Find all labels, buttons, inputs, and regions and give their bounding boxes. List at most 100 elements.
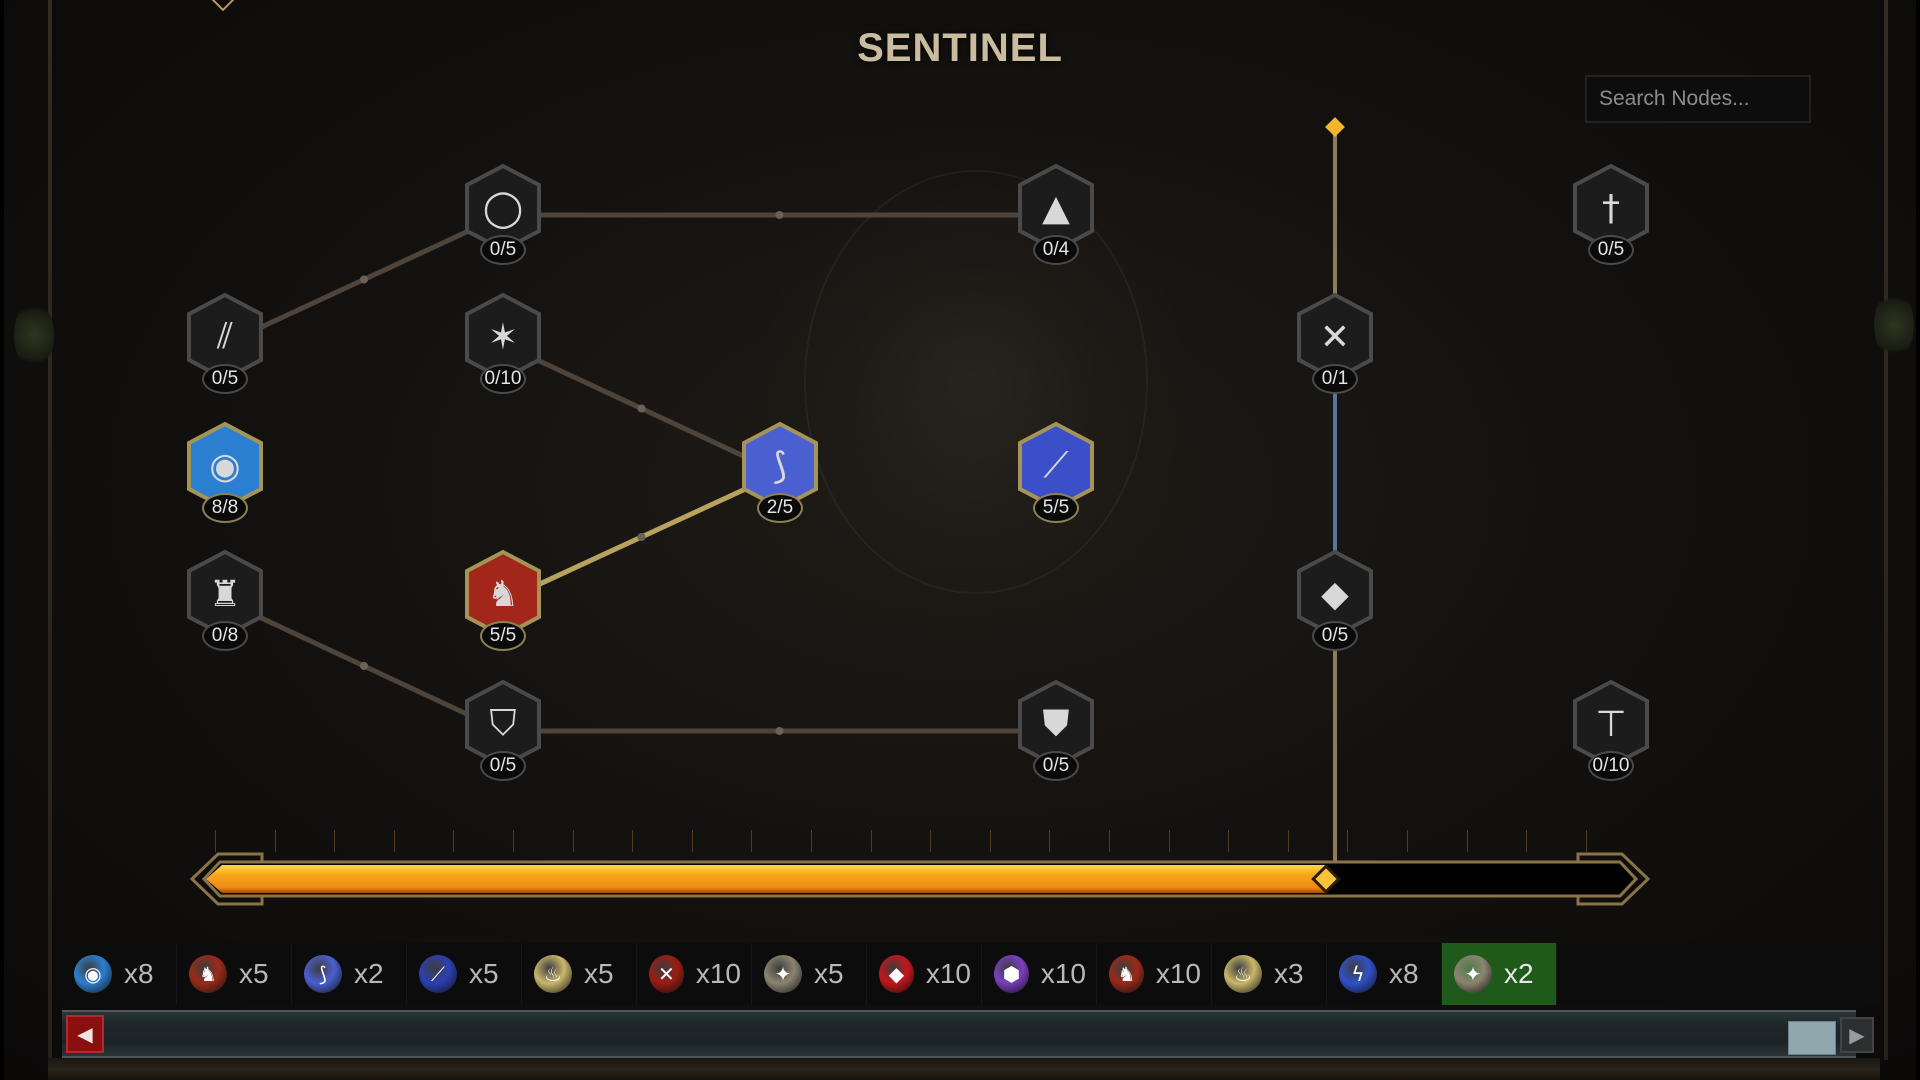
skill-node-sword-in-ground[interactable]: † 0/5 [1569, 163, 1653, 265]
skill-node-black-ring[interactable]: ◯ 0/5 [461, 163, 545, 265]
skill-node-shattered-blades[interactable]: ⫽ 0/5 [183, 292, 267, 394]
node-points: 0/5 [1312, 621, 1358, 651]
bottom-trim [48, 1058, 1880, 1080]
inventory-item[interactable]: ϟ x8 [1327, 943, 1442, 1005]
inventory-item[interactable]: ✦ x5 [752, 943, 867, 1005]
node-points: 0/5 [1033, 751, 1079, 781]
inventory-item[interactable]: ♨ x5 [522, 943, 637, 1005]
inventory-item[interactable]: ♞ x5 [177, 943, 292, 1005]
skill-node-gauntlet[interactable]: ◆ 0/5 [1293, 549, 1377, 651]
shattered-blades-icon: ⫽ [216, 316, 234, 357]
arcane-blade-icon: ⟆ [304, 955, 342, 993]
flame-warrior-icon: ♞ [189, 955, 227, 993]
skill-node-fiery-sword-slash[interactable]: ⟋ 5/5 [1014, 421, 1098, 523]
inventory-item[interactable]: ✦ x2 [1442, 943, 1557, 1005]
node-points: 0/5 [480, 751, 526, 781]
holy-warrior-icon: ✦ [1454, 955, 1492, 993]
mastery-top-diamond [1325, 117, 1345, 137]
connector-layer [223, 117, 1345, 870]
hammer-icon: ⊤ [1595, 703, 1627, 745]
chestplate-icon: ♜ [208, 573, 242, 615]
item-quantity: x10 [695, 958, 741, 989]
skill-node-kite-shield[interactable]: ⛉ 0/5 [461, 679, 545, 781]
node-points: 0/8 [202, 621, 248, 651]
skill-node-split-shield[interactable]: ⛊ 0/5 [1014, 679, 1098, 781]
item-quantity: x10 [925, 958, 971, 989]
node-points: 0/5 [1588, 235, 1634, 265]
skill-node-hammer[interactable]: ⊤ 0/10 [1569, 679, 1653, 781]
inventory-item[interactable]: ◉ x8 [62, 943, 177, 1005]
node-points: 2/5 [757, 493, 803, 523]
node-points: 5/5 [1033, 493, 1079, 523]
item-quantity: x10 [1040, 958, 1086, 989]
item-quantity: x2 [354, 958, 384, 989]
arrow-left-icon: ◀ [77, 1022, 93, 1046]
inventory-item[interactable]: ◆ x10 [867, 943, 982, 1005]
progress-fill [206, 865, 1326, 893]
golden-brazier-icon: ♨ [1224, 955, 1262, 993]
item-quantity: x5 [814, 958, 844, 989]
skill-node-hooded-cloak[interactable]: ▲ 0/4 [1014, 163, 1098, 265]
node-points: 0/4 [1033, 235, 1079, 265]
item-quantity: x8 [1389, 958, 1419, 989]
item-quantity: x3 [1274, 958, 1304, 989]
connector-joint [637, 404, 646, 413]
blue-shield-orb-icon: ◉ [209, 445, 241, 487]
light-slash-icon: ✶ [487, 316, 519, 358]
inventory-item[interactable]: ♨ x3 [1212, 943, 1327, 1005]
inventory-item[interactable]: ⬢ x10 [982, 943, 1097, 1005]
gauntlet-icon: ◆ [1321, 573, 1349, 615]
level-progress-bar [190, 852, 1650, 906]
sword-in-ground-icon: † [1602, 187, 1620, 229]
crossed-red-blades-icon: ✕ [649, 955, 684, 993]
fiery-sword-slash-icon: ⟋ [1043, 445, 1069, 486]
skill-node-chestplate[interactable]: ♜ 0/8 [183, 549, 267, 651]
inventory-item[interactable]: ✕ x10 [637, 943, 752, 1005]
crossed-swords-icon: ✕ [1319, 316, 1351, 358]
connector-joint [775, 211, 784, 219]
golden-brazier-icon: ♨ [534, 955, 572, 993]
item-quantity: x8 [124, 958, 154, 989]
node-points: 5/5 [480, 621, 526, 651]
blue-lightning-icon: ϟ [1339, 955, 1377, 993]
skill-node-flame-warrior[interactable]: ♞ 5/5 [461, 549, 545, 651]
holy-warrior-icon: ✦ [764, 955, 802, 993]
kite-shield-icon: ⛉ [489, 703, 517, 744]
item-quantity: x10 [1155, 958, 1201, 989]
scrollbar-thumb[interactable] [1788, 1021, 1836, 1055]
node-points: 0/5 [202, 364, 248, 394]
inventory-item[interactable]: ⟆ x2 [292, 943, 407, 1005]
arcane-blade-icon: ⟆ [772, 445, 788, 487]
node-points: 0/10 [1588, 751, 1634, 781]
black-ring-icon: ◯ [482, 187, 524, 229]
item-quantity: x5 [239, 958, 269, 989]
inventory-item[interactable]: ⟋ x5 [407, 943, 522, 1005]
flame-warrior-icon: ♞ [1109, 955, 1144, 993]
skill-node-light-slash[interactable]: ✶ 0/10 [461, 292, 545, 394]
scroll-left-button[interactable]: ◀ [66, 1015, 104, 1053]
arrow-right-icon: ▶ [1849, 1023, 1865, 1047]
inventory-item[interactable]: ♞ x10 [1097, 943, 1212, 1005]
split-shield-icon: ⛊ [1042, 703, 1070, 744]
fiery-sword-slash-icon: ⟋ [419, 955, 457, 993]
item-quantity: x5 [469, 958, 499, 989]
node-points: 0/5 [480, 235, 526, 265]
skill-node-blue-shield-orb[interactable]: ◉ 8/8 [183, 421, 267, 523]
skill-node-arcane-blade[interactable]: ⟆ 2/5 [738, 421, 822, 523]
node-points: 8/8 [202, 493, 248, 523]
scroll-right-button[interactable]: ▶ [1840, 1017, 1874, 1053]
connector-joint [637, 533, 646, 541]
connector-joint [360, 275, 368, 284]
blue-shield-orb-icon: ◉ [74, 955, 112, 993]
hooded-cloak-icon: ▲ [1042, 187, 1070, 229]
node-points: 0/1 [1312, 364, 1358, 394]
item-quantity: x5 [584, 958, 614, 989]
connector-joint [775, 727, 784, 735]
flame-warrior-icon: ♞ [486, 573, 520, 615]
red-crystal-icon: ◆ [879, 955, 914, 993]
connector-joint [360, 662, 368, 670]
purple-gem-icon: ⬢ [994, 955, 1029, 993]
skill-node-crossed-swords[interactable]: ✕ 0/1 [1293, 292, 1377, 394]
inventory-scrollbar[interactable] [62, 1010, 1856, 1058]
item-quantity: x2 [1504, 958, 1534, 989]
